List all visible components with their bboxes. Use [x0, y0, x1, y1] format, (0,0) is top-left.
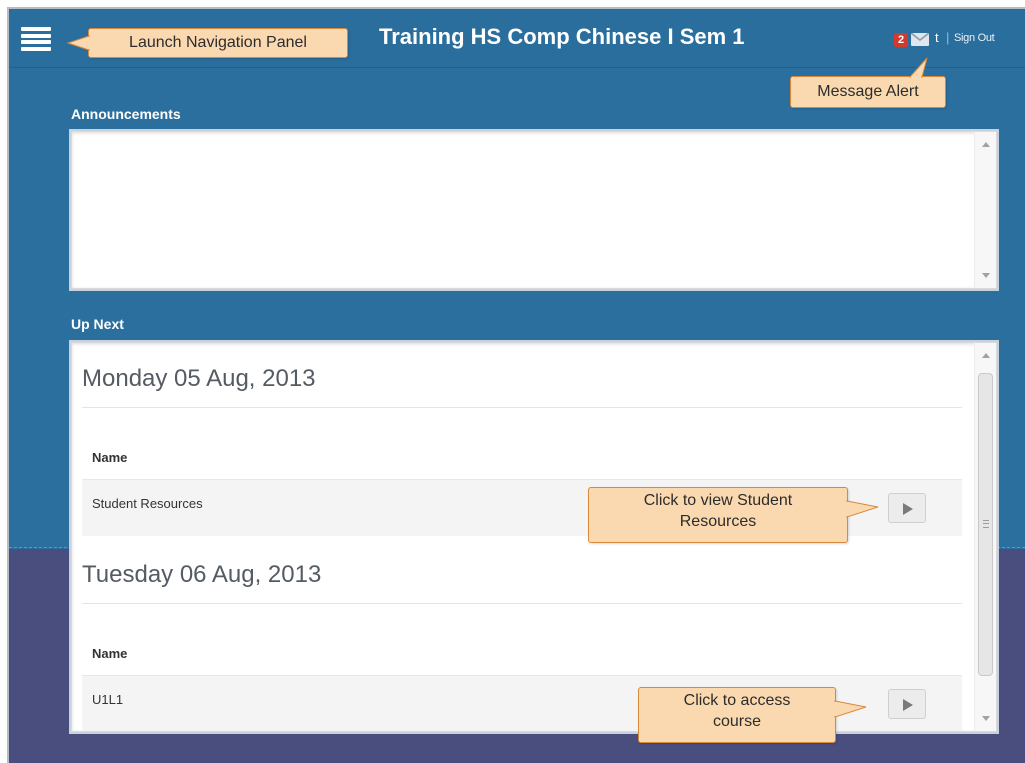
scroll-grip-icon	[983, 520, 989, 528]
up-next-scrollbar[interactable]	[974, 343, 996, 731]
day-date: Tuesday 06 Aug, 2013	[82, 561, 322, 588]
sign-out-link[interactable]: Sign Out	[954, 32, 995, 44]
name-column-header: Name	[92, 646, 128, 661]
envelope-icon[interactable]	[911, 33, 929, 46]
item-name: Student Resources	[92, 496, 203, 511]
app-window: Training HS Comp Chinese I Sem 1 2 t | S…	[7, 7, 1025, 763]
up-next-panel: Monday 05 Aug, 2013 Name Student Resourc…	[71, 342, 997, 732]
callout-pointer	[846, 500, 879, 518]
header-separator: |	[946, 30, 950, 45]
announcements-panel[interactable]	[71, 131, 997, 289]
course-title: Training HS Comp Chinese I Sem 1	[379, 24, 745, 49]
callout-student-resources: Click to view Student Resources	[588, 487, 848, 543]
hamburger-menu-icon[interactable]	[21, 27, 51, 51]
scroll-up-arrow-icon[interactable]	[982, 142, 990, 147]
play-icon[interactable]	[888, 689, 926, 719]
user-menu[interactable]: t	[935, 30, 939, 45]
scroll-down-arrow-icon[interactable]	[982, 273, 990, 278]
announcements-heading: Announcements	[71, 106, 181, 122]
callout-pointer	[66, 35, 90, 51]
scroll-down-arrow-icon[interactable]	[982, 716, 990, 721]
callout-launch-navigation: Launch Navigation Panel	[88, 28, 348, 58]
up-next-heading: Up Next	[71, 316, 124, 332]
play-icon[interactable]	[888, 493, 926, 523]
scroll-thumb[interactable]	[978, 373, 993, 676]
callout-pointer	[834, 700, 867, 718]
callout-message-alert: Message Alert	[790, 76, 946, 108]
day-divider	[82, 603, 962, 604]
scroll-up-arrow-icon[interactable]	[982, 353, 990, 358]
day-divider	[82, 407, 962, 408]
name-column-header: Name	[92, 450, 128, 465]
day-date: Monday 05 Aug, 2013	[82, 365, 316, 392]
announcements-scrollbar[interactable]	[974, 132, 996, 288]
callout-access-course: Click to access course	[638, 687, 836, 743]
callout-pointer	[908, 57, 928, 78]
item-name: U1L1	[92, 692, 124, 707]
message-count-badge[interactable]: 2	[894, 33, 908, 47]
